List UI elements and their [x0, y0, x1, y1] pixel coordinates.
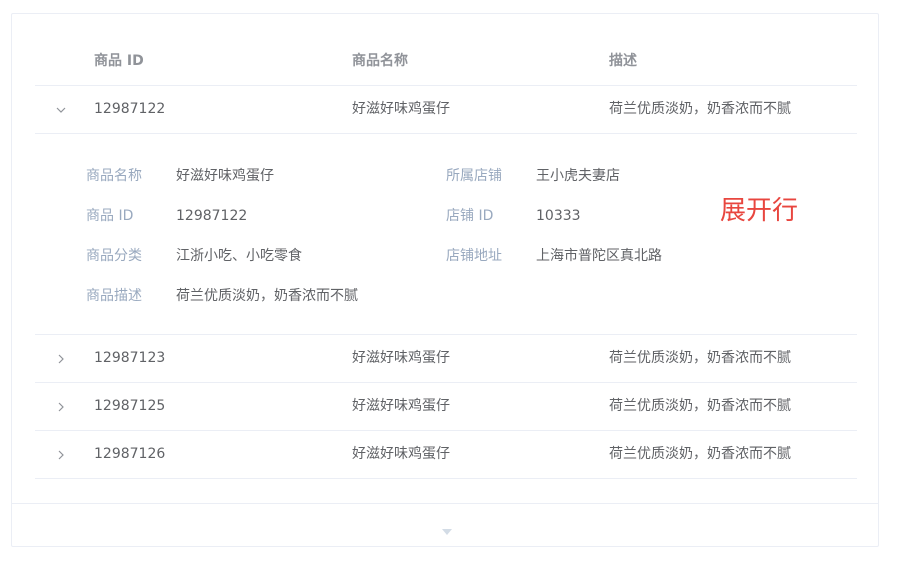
row-expand-toggle[interactable]: [53, 447, 69, 463]
row-expand-toggle[interactable]: [53, 351, 69, 367]
detail-label: 店铺 ID: [446, 208, 494, 224]
header-description: 描述: [609, 53, 637, 69]
triangle-down-icon: [442, 529, 452, 535]
header-product-id: 商品 ID: [94, 53, 144, 69]
cell-description: 荷兰优质淡奶，奶香浓而不腻: [609, 446, 791, 462]
cell-product-name: 好滋好味鸡蛋仔: [352, 446, 450, 462]
expand-row-annotation: 展开行: [720, 196, 799, 226]
cell-product-name: 好滋好味鸡蛋仔: [352, 398, 450, 414]
table-row[interactable]: 12987125 好滋好味鸡蛋仔 荷兰优质淡奶，奶香浓而不腻: [35, 383, 857, 431]
detail-product-name: 商品名称 好滋好味鸡蛋仔: [86, 165, 274, 185]
detail-label: 商品 ID: [86, 208, 134, 224]
cell-description: 荷兰优质淡奶，奶香浓而不腻: [609, 101, 791, 117]
detail-value: 江浙小吃、小吃零食: [176, 248, 302, 264]
chevron-right-icon: [58, 450, 64, 460]
detail-value: 好滋好味鸡蛋仔: [176, 168, 274, 184]
detail-shop-id: 店铺 ID 10333: [446, 205, 581, 225]
cell-description: 荷兰优质淡奶，奶香浓而不腻: [609, 350, 791, 366]
show-more-toggle[interactable]: [441, 524, 453, 535]
detail-value: 12987122: [176, 208, 248, 224]
detail-label: 商品分类: [86, 248, 142, 264]
detail-category: 商品分类 江浙小吃、小吃零食: [86, 245, 302, 265]
cell-product-name: 好滋好味鸡蛋仔: [352, 101, 450, 117]
detail-value: 荷兰优质淡奶，奶香浓而不腻: [176, 288, 358, 304]
expandable-table: 商品 ID 商品名称 描述 12987122 好滋好味鸡蛋仔 荷兰优质淡奶，奶香…: [35, 38, 857, 479]
detail-label: 所属店铺: [446, 168, 502, 184]
row-expand-toggle[interactable]: [53, 399, 69, 415]
table-header: 商品 ID 商品名称 描述: [35, 38, 857, 86]
cell-product-id: 12987125: [94, 398, 166, 414]
cell-product-id: 12987123: [94, 350, 166, 366]
detail-label: 店铺地址: [446, 248, 502, 264]
chevron-right-icon: [58, 354, 64, 364]
cell-description: 荷兰优质淡奶，奶香浓而不腻: [609, 398, 791, 414]
cell-product-name: 好滋好味鸡蛋仔: [352, 350, 450, 366]
table-row[interactable]: 12987126 好滋好味鸡蛋仔 荷兰优质淡奶，奶香浓而不腻: [35, 431, 857, 479]
detail-value: 王小虎夫妻店: [536, 168, 620, 184]
detail-shop-address: 店铺地址 上海市普陀区真北路: [446, 245, 662, 265]
detail-label: 商品描述: [86, 288, 142, 304]
card-footer: [12, 503, 878, 548]
table-row[interactable]: 12987122 好滋好味鸡蛋仔 荷兰优质淡奶，奶香浓而不腻: [35, 86, 857, 134]
chevron-right-icon: [58, 402, 64, 412]
detail-product-id: 商品 ID 12987122: [86, 205, 247, 225]
detail-value: 上海市普陀区真北路: [536, 248, 662, 264]
detail-shop: 所属店铺 王小虎夫妻店: [446, 165, 620, 185]
expanded-row-detail: 商品名称 好滋好味鸡蛋仔 所属店铺 王小虎夫妻店 商品 ID 12987122 店铺 …: [35, 134, 857, 335]
detail-label: 商品名称: [86, 168, 142, 184]
detail-value: 10333: [536, 208, 581, 224]
table-card: 商品 ID 商品名称 描述 12987122 好滋好味鸡蛋仔 荷兰优质淡奶，奶香…: [11, 13, 879, 547]
table-row[interactable]: 12987123 好滋好味鸡蛋仔 荷兰优质淡奶，奶香浓而不腻: [35, 335, 857, 383]
cell-product-id: 12987122: [94, 101, 166, 117]
detail-description: 商品描述 荷兰优质淡奶，奶香浓而不腻: [86, 285, 358, 305]
header-product-name: 商品名称: [352, 53, 408, 69]
cell-product-id: 12987126: [94, 446, 166, 462]
chevron-down-icon: [56, 107, 66, 113]
row-expand-toggle[interactable]: [53, 102, 69, 118]
